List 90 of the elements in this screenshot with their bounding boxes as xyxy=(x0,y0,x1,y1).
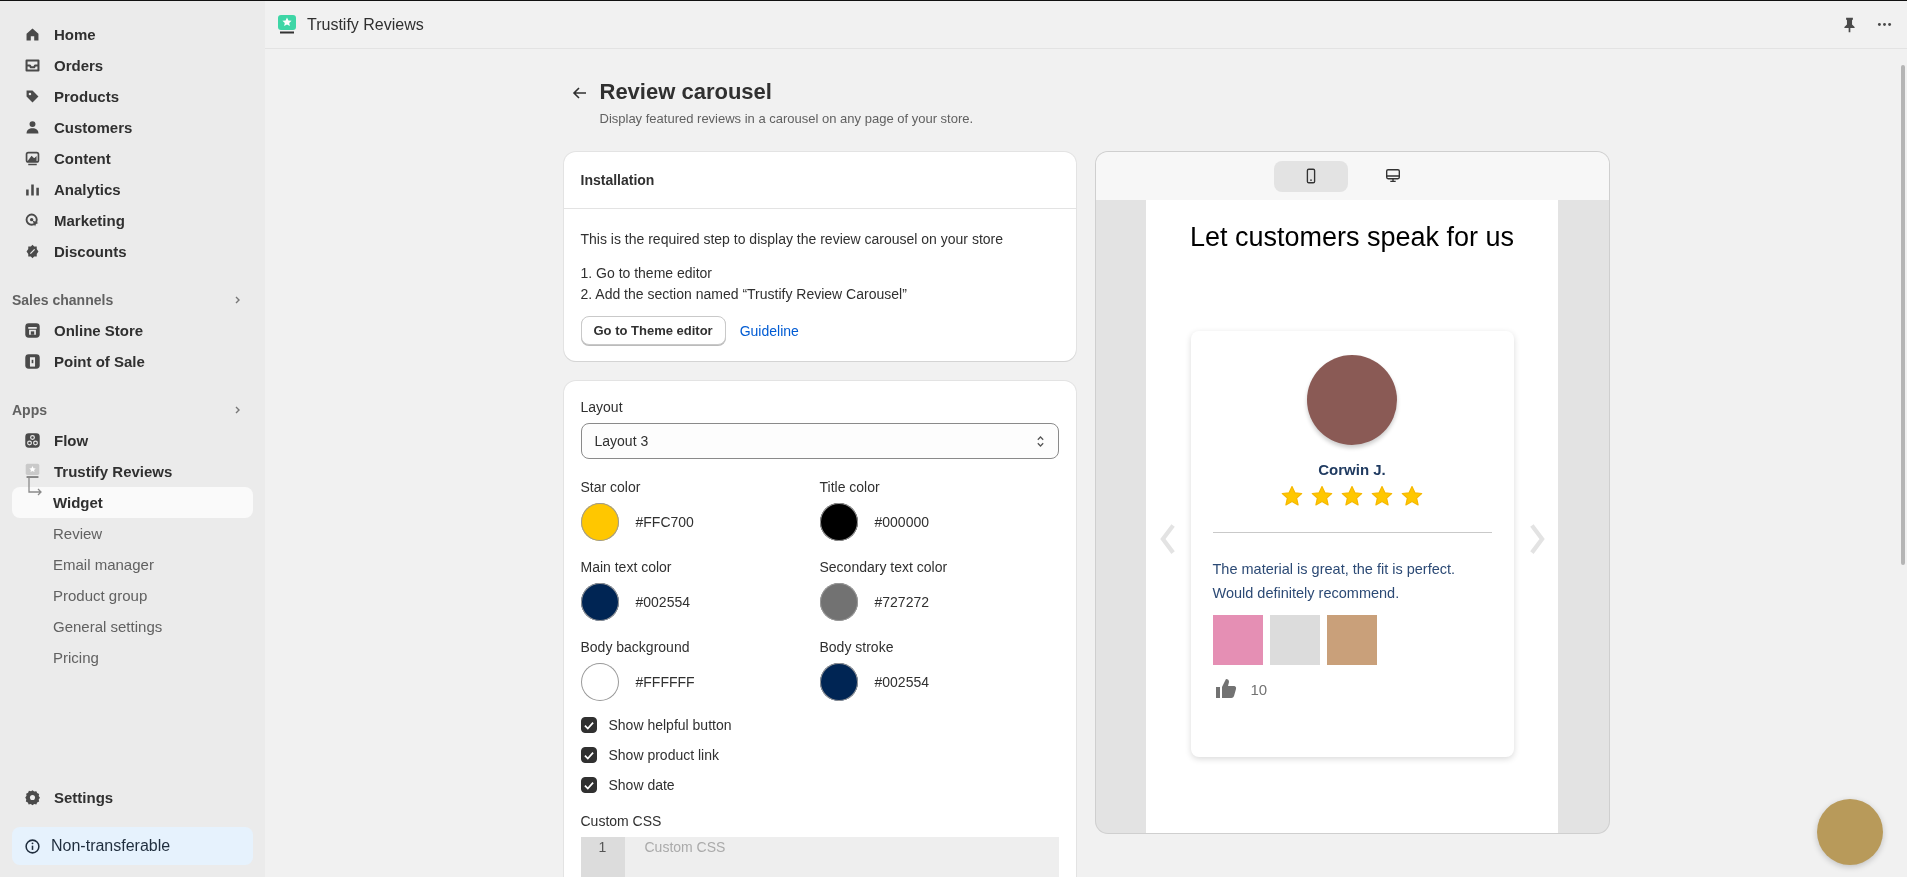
checkbox-label: Show date xyxy=(608,777,675,793)
star-icon xyxy=(1310,484,1334,508)
nav-subitem[interactable]: Email manager xyxy=(12,549,253,580)
home-icon xyxy=(24,26,41,43)
nav-item[interactable]: Point of Sale xyxy=(12,346,253,377)
app-logo-icon xyxy=(277,14,297,35)
checkbox-label: Show helpful button xyxy=(608,717,732,733)
reviewer-name: Corwin J. xyxy=(1318,461,1386,478)
nav-subitem[interactable]: Product group xyxy=(12,580,253,611)
pin-icon[interactable] xyxy=(1841,16,1858,33)
field-label: Star color xyxy=(580,479,642,495)
nav-item[interactable]: Trustify Reviews xyxy=(12,456,253,487)
star-icon xyxy=(1340,484,1364,508)
tag-icon xyxy=(24,88,41,105)
color-value: #002554 xyxy=(635,594,690,610)
page-subtitle: Display featured reviews in a carousel on any page of your store. xyxy=(599,111,974,126)
color-value: #002554 xyxy=(874,674,929,690)
color-value: #FFFFFF xyxy=(635,674,695,690)
step-text: 2. Add the section named “Trustify Review Carousel” xyxy=(580,285,908,304)
color-value: #FFC700 xyxy=(635,514,694,530)
color-swatch[interactable] xyxy=(580,663,619,701)
editor-placeholder: Custom CSS xyxy=(643,838,726,857)
carousel-heading: Let customers speak for us xyxy=(1189,222,1515,253)
checkbox[interactable] xyxy=(580,717,597,733)
star-icon xyxy=(1370,484,1394,508)
layout-select[interactable]: Layout 3 xyxy=(580,423,1059,459)
color-swatch[interactable] xyxy=(819,583,858,621)
theme-editor-button[interactable]: Go to Theme editor xyxy=(580,316,726,345)
checkbox[interactable] xyxy=(580,747,597,763)
field-label: Custom CSS xyxy=(580,813,663,829)
mobile-view-button[interactable] xyxy=(1274,160,1348,192)
color-swatch[interactable] xyxy=(580,503,619,541)
photo-placeholder xyxy=(1326,615,1377,665)
nav-subitem[interactable]: Review xyxy=(12,518,253,549)
code-editor[interactable]: 1 Custom CSS xyxy=(580,837,1059,877)
nav-item[interactable]: Orders xyxy=(12,50,253,81)
color-swatch[interactable] xyxy=(580,583,619,621)
star-icon xyxy=(1280,484,1304,508)
review-text: The material is great, the fit is perfect. Would definitely recommend. xyxy=(1212,560,1457,603)
checkbox-label: Show product link xyxy=(608,747,719,763)
page-title: Review carousel xyxy=(599,79,773,105)
nav-item[interactable]: Online Store xyxy=(12,315,253,346)
nav-item[interactable]: Discounts xyxy=(12,236,253,267)
select-arrows-icon xyxy=(1035,433,1045,449)
nav-subitem[interactable]: Widget xyxy=(12,487,253,518)
instruction-text: This is the required step to display the review carousel on your store xyxy=(580,230,1005,249)
guideline-link[interactable]: Guideline xyxy=(739,322,799,339)
nav-item[interactable]: Flow xyxy=(12,425,253,456)
helpful-count: 10 xyxy=(1250,680,1268,698)
field-label: Secondary text color xyxy=(819,559,949,575)
discount-icon xyxy=(24,243,41,260)
app-title: Trustify Reviews xyxy=(307,15,424,34)
section-heading: Sales channels xyxy=(12,291,114,308)
monitor-icon xyxy=(1384,167,1402,185)
nav-subitem[interactable]: Pricing xyxy=(12,642,253,673)
field-label: Body stroke xyxy=(819,639,895,655)
settings-icon xyxy=(24,789,41,806)
nav-item[interactable]: Analytics xyxy=(12,174,253,205)
store-icon xyxy=(24,322,41,339)
nav-item[interactable]: Customers xyxy=(12,112,253,143)
nav-item[interactable]: Products xyxy=(12,81,253,112)
target-icon xyxy=(24,212,41,229)
nav-item[interactable]: Content xyxy=(12,143,253,174)
content-icon xyxy=(24,150,41,167)
checkbox[interactable] xyxy=(580,777,597,793)
field-label: Title color xyxy=(819,479,881,495)
line-number: 1 xyxy=(580,837,625,877)
card-title: Installation xyxy=(580,172,655,188)
color-swatch[interactable] xyxy=(819,663,858,701)
person-icon xyxy=(24,119,41,136)
chart-icon xyxy=(24,181,41,198)
star-icon xyxy=(1400,484,1424,508)
notice-text: Non-transferable xyxy=(51,837,171,855)
field-label: Main text color xyxy=(580,559,673,575)
field-label: Body background xyxy=(580,639,691,655)
field-label: Layout xyxy=(580,399,624,415)
scrollbar[interactable] xyxy=(1901,65,1905,565)
color-value: #727272 xyxy=(874,594,929,610)
settings-nav-item[interactable]: Settings xyxy=(12,782,253,813)
nav-item[interactable]: Home xyxy=(12,19,253,50)
step-text: 1. Go to theme editor xyxy=(580,264,714,283)
color-value: #000000 xyxy=(874,514,929,530)
app-logo-icon xyxy=(24,463,41,480)
nav-item[interactable]: Marketing xyxy=(12,205,253,236)
section-heading: Apps xyxy=(12,401,47,418)
color-swatch[interactable] xyxy=(819,503,858,541)
photo-placeholder xyxy=(1269,615,1320,665)
nav-subitem[interactable]: General settings xyxy=(12,611,253,642)
info-icon xyxy=(24,837,41,855)
photo-placeholder xyxy=(1212,615,1263,665)
